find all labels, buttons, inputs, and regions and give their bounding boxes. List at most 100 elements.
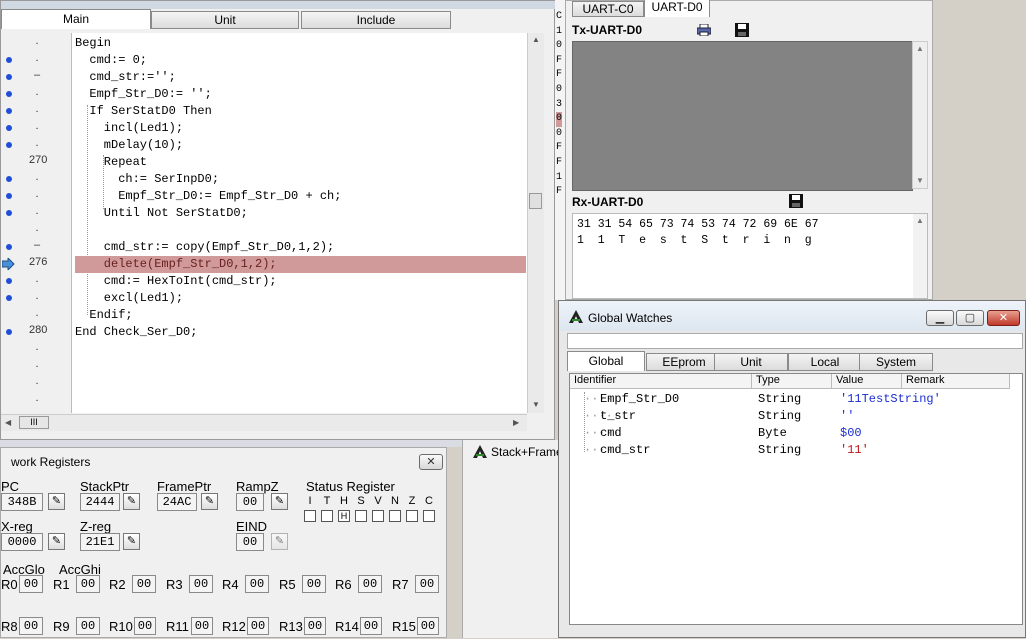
register-value[interactable]: 00	[302, 575, 326, 593]
register-value[interactable]: 00	[132, 575, 156, 593]
breakpoint-dot[interactable]	[6, 91, 12, 97]
column-header-value[interactable]: Value	[832, 374, 902, 388]
scroll-thumb[interactable]	[529, 193, 542, 209]
edit-rampz-button[interactable]: ✎	[271, 493, 288, 510]
table-row[interactable]: ····· Empf_Str_D0 String '11TestString'	[570, 392, 1010, 409]
execution-arrow-icon	[2, 258, 15, 270]
maximize-button[interactable]: ▢	[956, 310, 984, 326]
scroll-down-icon[interactable]: ▼	[916, 176, 924, 185]
register-value[interactable]: 00	[360, 617, 382, 635]
register-value[interactable]: 00	[247, 617, 269, 635]
tx-scrollbar[interactable]: ▲ ▼	[912, 41, 928, 189]
code-line: If SerStatD0 Then	[75, 104, 212, 118]
breakpoint-dot[interactable]	[6, 57, 12, 63]
register-value[interactable]: 00	[417, 617, 439, 635]
xreg-value[interactable]: 0000	[1, 533, 43, 551]
register-value[interactable]: 00	[189, 575, 213, 593]
breakpoint-dot[interactable]	[6, 295, 12, 301]
breakpoint-dot[interactable]	[6, 176, 12, 182]
printer-icon[interactable]	[697, 24, 711, 36]
register-value[interactable]: 00	[76, 575, 100, 593]
flag-checkbox[interactable]	[321, 510, 333, 522]
breakpoint-dot[interactable]	[6, 193, 12, 199]
register-value[interactable]: 00	[19, 617, 43, 635]
scroll-right-icon[interactable]: ▶	[513, 418, 519, 427]
scroll-up-icon[interactable]: ▲	[916, 216, 924, 225]
code-line: Empf_Str_D0:= Empf_Str_D0 + ch;	[75, 189, 342, 203]
flag-checkbox[interactable]: H	[338, 510, 350, 522]
edit-xreg-button[interactable]: ✎	[48, 533, 65, 550]
tab-include[interactable]: Include	[301, 11, 451, 29]
register-value[interactable]: 00	[245, 575, 269, 593]
register-value[interactable]: 00	[19, 575, 43, 593]
scroll-down-icon[interactable]: ▼	[532, 400, 540, 409]
breakpoint-dot[interactable]	[6, 210, 12, 216]
work-registers-window: work Registers ✕ PC 348B ✎ StackPtr 2444…	[0, 447, 447, 638]
watch-expression-input[interactable]	[567, 333, 1023, 349]
zreg-value[interactable]: 21E1	[80, 533, 120, 551]
flag-checkbox[interactable]	[406, 510, 418, 522]
register-value[interactable]: 00	[191, 617, 213, 635]
flag-checkbox[interactable]	[304, 510, 316, 522]
horizontal-scrollbar[interactable]: ◀ III ▶	[1, 414, 527, 431]
column-header-remark[interactable]: Remark	[902, 374, 1010, 388]
edit-zreg-button[interactable]: ✎	[123, 533, 140, 550]
rampz-value[interactable]: 00	[236, 493, 264, 511]
flag-checkbox[interactable]	[389, 510, 401, 522]
tab-global[interactable]: Global	[567, 351, 645, 371]
rx-scrollbar[interactable]: ▲	[913, 214, 927, 298]
flag-checkbox[interactable]	[355, 510, 367, 522]
column-header-type[interactable]: Type	[752, 374, 832, 388]
tab-eeprom[interactable]: EEprom	[646, 353, 722, 371]
tab-unit[interactable]: Unit	[714, 353, 788, 371]
scroll-up-icon[interactable]: ▲	[532, 35, 540, 44]
watch-type: Byte	[758, 426, 787, 440]
table-row[interactable]: ····· cmd_str String '11'	[570, 443, 1010, 460]
tab-unit[interactable]: Unit	[151, 11, 299, 29]
register-value[interactable]: 00	[134, 617, 156, 635]
breakpoint-dot[interactable]	[6, 74, 12, 80]
stack-frame-label[interactable]: Stack+Frame	[491, 445, 563, 459]
flag-checkbox[interactable]	[372, 510, 384, 522]
edit-stackptr-button[interactable]: ✎	[123, 493, 140, 510]
column-header-identifier[interactable]: Identifier	[570, 374, 752, 388]
table-row[interactable]: ····· t_str String ''	[570, 409, 1010, 426]
frameptr-value[interactable]: 24AC	[157, 493, 197, 511]
edit-frameptr-button[interactable]: ✎	[201, 493, 218, 510]
tx-output-area[interactable]	[572, 41, 913, 191]
breakpoint-dot[interactable]	[6, 278, 12, 284]
hscroll-thumb[interactable]: III	[19, 416, 49, 429]
save-icon[interactable]	[789, 194, 803, 208]
register-value[interactable]: 00	[76, 617, 100, 635]
tab-main[interactable]: Main	[1, 9, 151, 29]
breakpoint-dot[interactable]	[6, 142, 12, 148]
rx-output-area[interactable]: 31 31 54 65 73 74 53 74 72 69 6E 67 1 1 …	[572, 213, 928, 299]
edit-pc-button[interactable]: ✎	[48, 493, 65, 510]
register-value[interactable]: 00	[358, 575, 382, 593]
breakpoint-dot[interactable]	[6, 329, 12, 335]
tab-system[interactable]: System	[859, 353, 933, 371]
eind-value[interactable]: 00	[236, 533, 264, 551]
scroll-up-icon[interactable]: ▲	[916, 44, 924, 53]
tab-local[interactable]: Local	[788, 353, 862, 371]
tab-uart-d0[interactable]: UART-D0	[644, 0, 710, 17]
edit-eind-button[interactable]: ✎	[271, 533, 288, 550]
pc-value[interactable]: 348B	[1, 493, 43, 511]
save-icon[interactable]	[735, 23, 749, 37]
stackptr-value[interactable]: 2444	[80, 493, 120, 511]
table-row[interactable]: ····· cmd Byte $00	[570, 426, 1010, 443]
close-button[interactable]: ✕	[419, 454, 443, 470]
breakpoint-dot[interactable]	[6, 244, 12, 250]
minimize-button[interactable]: ▁	[926, 310, 954, 326]
gutter-mark: .	[35, 205, 39, 217]
breakpoint-dot[interactable]	[6, 108, 12, 114]
close-button[interactable]: ✕	[987, 310, 1020, 326]
register-value[interactable]: 00	[415, 575, 439, 593]
register-value[interactable]: 00	[304, 617, 326, 635]
scroll-left-icon[interactable]: ◀	[5, 418, 11, 427]
flag-checkbox[interactable]	[423, 510, 435, 522]
vertical-scrollbar[interactable]: ▲ ▼	[527, 33, 544, 413]
tab-uart-c0[interactable]: UART-C0	[572, 1, 644, 17]
code-area[interactable]: . . – . . . . 270 . . . . – 276 . . . 28…	[1, 33, 544, 413]
breakpoint-dot[interactable]	[6, 125, 12, 131]
